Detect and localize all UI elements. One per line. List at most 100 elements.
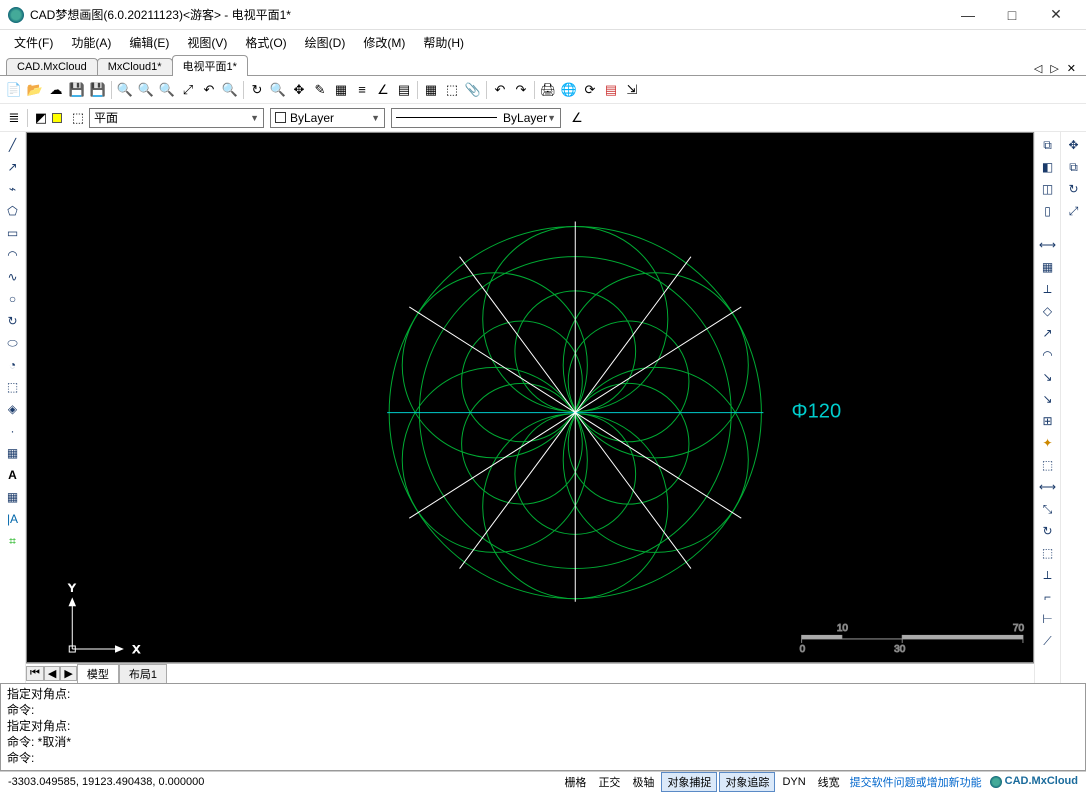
revcloud-icon[interactable]: ↻: [3, 311, 23, 331]
tab-next-button[interactable]: ▷: [1046, 62, 1062, 75]
doc-tab-0[interactable]: CAD.MxCloud: [6, 58, 98, 75]
brush-icon[interactable]: ∠: [373, 80, 393, 100]
lineweight-combo[interactable]: ByLayer ▼: [391, 108, 561, 128]
linetype-combo[interactable]: ByLayer ▼: [270, 108, 385, 128]
tolerance-icon[interactable]: ⊞: [1038, 411, 1058, 431]
make-block-icon[interactable]: ◈: [3, 399, 23, 419]
toggle-ortho[interactable]: 正交: [593, 773, 625, 791]
layer-lock-icon[interactable]: ⬚: [68, 108, 88, 128]
region-icon[interactable]: ⌗: [3, 531, 23, 551]
dim-style-icon[interactable]: ⟷: [1038, 477, 1058, 497]
more-icon[interactable]: ▯: [1038, 201, 1058, 221]
drawing-canvas[interactable]: Φ120 X Y: [26, 132, 1034, 663]
insert-block-icon[interactable]: ⬚: [3, 377, 23, 397]
globe-icon[interactable]: 🌐: [559, 80, 579, 100]
brand-label[interactable]: CAD.MxCloud: [986, 775, 1082, 787]
zoom-in-icon[interactable]: 🔍: [136, 80, 156, 100]
dim-aligned-icon[interactable]: ▦: [1038, 257, 1058, 277]
zoom-extents-icon[interactable]: ⤢: [178, 80, 198, 100]
polygon-icon[interactable]: ⬠: [3, 201, 23, 221]
zoom-realtime-icon[interactable]: 🔍: [220, 80, 240, 100]
feedback-link[interactable]: 提交软件问题或增加新功能: [846, 774, 986, 790]
dim-diameter-icon[interactable]: ◇: [1038, 301, 1058, 321]
toggle-dyn[interactable]: DYN: [777, 775, 810, 789]
layer-manager-icon[interactable]: ≣: [4, 108, 24, 128]
save-icon[interactable]: 💾: [67, 80, 87, 100]
maximize-button[interactable]: □: [990, 1, 1034, 29]
point-icon[interactable]: ·: [3, 421, 23, 441]
undo-icon[interactable]: ↶: [490, 80, 510, 100]
export-icon[interactable]: ⇲: [622, 80, 642, 100]
layers-icon[interactable]: ≡: [352, 80, 372, 100]
cloud-icon[interactable]: ☁: [46, 80, 66, 100]
dim-linear-icon[interactable]: ⟷: [1038, 235, 1058, 255]
center-mark-icon[interactable]: ✦: [1038, 433, 1058, 453]
dim-angular-icon[interactable]: ↗: [1038, 323, 1058, 343]
toggle-grid[interactable]: 栅格: [559, 773, 591, 791]
attach-icon[interactable]: 📎: [463, 80, 483, 100]
pdf-icon[interactable]: ▤: [601, 80, 621, 100]
dim-baseline-icon[interactable]: ⤡: [1038, 499, 1058, 519]
mtext-icon[interactable]: |A: [3, 509, 23, 529]
toggle-lwt[interactable]: 线宽: [813, 773, 845, 791]
dim-update-icon[interactable]: ⟋: [1038, 631, 1058, 651]
sync-icon[interactable]: ⟳: [580, 80, 600, 100]
layer-combo[interactable]: 平面 ▼: [89, 108, 264, 128]
copy2-icon[interactable]: ⧉: [1064, 157, 1084, 177]
close-button[interactable]: ✕: [1034, 1, 1078, 29]
dim-edit-icon[interactable]: ⬚: [1038, 455, 1058, 475]
polyline-icon[interactable]: ⌁: [3, 179, 23, 199]
menu-modify[interactable]: 修改(M): [355, 32, 413, 53]
zoom-icon[interactable]: 🔍: [268, 80, 288, 100]
table-icon[interactable]: ▦: [3, 487, 23, 507]
redo-icon[interactable]: ↷: [511, 80, 531, 100]
dim-qleader-icon[interactable]: ↘: [1038, 389, 1058, 409]
doc-tab-2[interactable]: 电视平面1*: [172, 55, 248, 76]
doc-tab-1[interactable]: MxCloud1*: [97, 58, 173, 75]
zoom-window-icon[interactable]: 🔍: [115, 80, 135, 100]
mirror-icon[interactable]: ◧: [1038, 157, 1058, 177]
line-icon[interactable]: ╱: [3, 135, 23, 155]
menu-view[interactable]: 视图(V): [179, 32, 235, 53]
open-icon[interactable]: 📂: [25, 80, 45, 100]
menu-function[interactable]: 功能(A): [63, 32, 119, 53]
dim-space-icon[interactable]: ⬚: [1038, 543, 1058, 563]
spline-icon[interactable]: ∿: [3, 267, 23, 287]
mtab-prev[interactable]: ◀: [44, 666, 60, 681]
toggle-otrack[interactable]: 对象追踪: [719, 772, 775, 792]
mtab-first[interactable]: ⏮: [26, 666, 44, 681]
offset-icon[interactable]: ◫: [1038, 179, 1058, 199]
layer-state-icon[interactable]: ◩: [31, 108, 51, 128]
arc-icon[interactable]: ◠: [3, 245, 23, 265]
dim-radius-icon[interactable]: ⟂: [1038, 279, 1058, 299]
minimize-button[interactable]: —: [946, 1, 990, 29]
copy-icon[interactable]: ⧉: [1038, 135, 1058, 155]
dim-break-icon[interactable]: ⟂: [1038, 565, 1058, 585]
print-icon[interactable]: 🖨: [538, 80, 558, 100]
text-icon-A[interactable]: A: [3, 465, 23, 485]
dim-arc-icon[interactable]: ◠: [1038, 345, 1058, 365]
saveas-icon[interactable]: 💾: [88, 80, 108, 100]
pan-icon[interactable]: ✥: [289, 80, 309, 100]
block-icon[interactable]: ▦: [421, 80, 441, 100]
menu-draw[interactable]: 绘图(D): [297, 32, 354, 53]
dim-over-icon[interactable]: ⊢: [1038, 609, 1058, 629]
xline-icon[interactable]: ↗: [3, 157, 23, 177]
dim-continue-icon[interactable]: ↻: [1038, 521, 1058, 541]
menu-edit[interactable]: 编辑(E): [121, 32, 177, 53]
command-window[interactable]: 指定对角点: 命令: 指定对角点: 命令: *取消* 命令:: [0, 683, 1086, 771]
ellipse-arc-icon[interactable]: ◔: [3, 355, 23, 375]
rectangle-icon[interactable]: ▭: [3, 223, 23, 243]
circle-icon[interactable]: ○: [3, 289, 23, 309]
text-icon[interactable]: ▤: [394, 80, 414, 100]
scale-icon[interactable]: ⤢: [1064, 201, 1084, 221]
menu-file[interactable]: 文件(F): [6, 32, 61, 53]
zoom-out-icon[interactable]: 🔍: [157, 80, 177, 100]
rotate-icon[interactable]: ↻: [1064, 179, 1084, 199]
layout-tab[interactable]: 布局1: [119, 664, 167, 684]
brush2-icon[interactable]: ∠: [567, 108, 587, 128]
menu-format[interactable]: 格式(O): [237, 32, 294, 53]
tab-close-button[interactable]: ✕: [1063, 62, 1080, 75]
edit-icon[interactable]: ✎: [310, 80, 330, 100]
insert-icon[interactable]: ⬚: [442, 80, 462, 100]
